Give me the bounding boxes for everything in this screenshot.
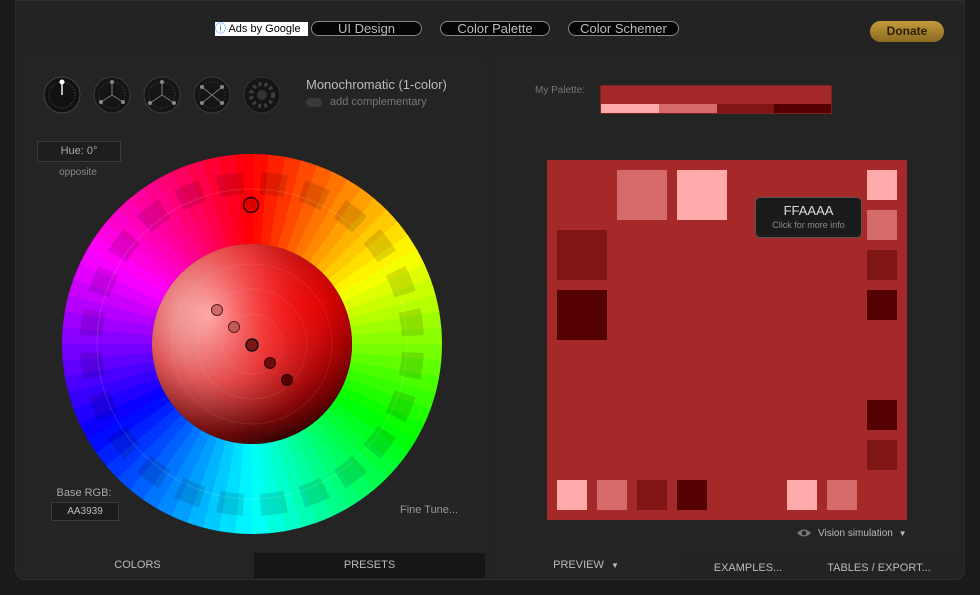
- preview-swatch[interactable]: [597, 480, 627, 510]
- my-palette-bar[interactable]: [600, 85, 832, 114]
- base-rgb-label: Base RGB:: [56, 487, 112, 499]
- monochromatic-dial-icon[interactable]: [43, 76, 81, 114]
- preview-swatch[interactable]: [827, 480, 857, 510]
- base-handle[interactable]: [245, 338, 259, 352]
- preview-swatch[interactable]: [867, 210, 897, 240]
- preview-swatch[interactable]: [867, 400, 897, 430]
- nav-color-palette-button[interactable]: Color Palette: [440, 21, 550, 36]
- palette-base-swatch[interactable]: [601, 86, 831, 104]
- preview-swatch[interactable]: [677, 170, 727, 220]
- shade-handle[interactable]: [281, 374, 293, 386]
- add-complementary-toggle[interactable]: add complementary: [306, 96, 427, 108]
- tab-preview-label: PREVIEW: [553, 559, 604, 571]
- palette-swatch[interactable]: [717, 104, 774, 113]
- triad-dial-icon[interactable]: [143, 76, 181, 114]
- analogic-dial-icon[interactable]: [243, 76, 281, 114]
- vision-simulation-dropdown[interactable]: Vision simulation ▼: [796, 528, 907, 539]
- shade-handle[interactable]: [211, 304, 223, 316]
- shade-handle[interactable]: [228, 321, 240, 333]
- palette-swatch[interactable]: [774, 104, 831, 113]
- tetrad-dial-icon[interactable]: [193, 76, 231, 114]
- vision-simulation-label: Vision simulation: [818, 528, 893, 539]
- preview-swatch[interactable]: [557, 290, 607, 340]
- fine-tune-link[interactable]: Fine Tune...: [400, 504, 458, 516]
- donate-button[interactable]: Donate: [870, 21, 944, 42]
- preview-swatch[interactable]: [637, 480, 667, 510]
- preview-swatch[interactable]: [617, 170, 667, 220]
- preview-swatch[interactable]: [867, 290, 897, 320]
- nav-ui-design-button[interactable]: UI Design: [311, 21, 422, 36]
- hue-handle[interactable]: [242, 196, 260, 214]
- tooltip-hex: FFAAAA: [783, 203, 834, 218]
- add-complementary-label: add complementary: [330, 96, 427, 108]
- preview-swatch[interactable]: [677, 480, 707, 510]
- chevron-down-icon: ▼: [610, 561, 619, 570]
- base-rgb-input[interactable]: AA3939: [51, 502, 119, 521]
- ads-label: Ads by Google: [228, 23, 301, 35]
- chevron-down-icon: ▼: [898, 529, 907, 538]
- tab-colors[interactable]: COLORS: [22, 553, 253, 578]
- tab-tables-export[interactable]: TABLES / EXPORT...: [818, 556, 940, 580]
- tooltip-hint: Click for more info: [772, 220, 845, 230]
- preview-swatch[interactable]: [557, 230, 607, 280]
- tab-preview[interactable]: PREVIEW ▼: [495, 553, 677, 578]
- tab-examples[interactable]: EXAMPLES...: [678, 556, 818, 580]
- shade-handle[interactable]: [264, 357, 276, 369]
- my-palette-label: My Palette:: [535, 85, 586, 96]
- info-icon: ⓘ: [215, 23, 226, 35]
- preview-swatch[interactable]: [867, 250, 897, 280]
- palette-swatch[interactable]: [659, 104, 717, 113]
- preview-swatch[interactable]: [867, 170, 897, 200]
- color-wheel[interactable]: [62, 154, 443, 534]
- preview-swatch[interactable]: [557, 480, 587, 510]
- preview-swatch[interactable]: [867, 440, 897, 470]
- preview-swatch[interactable]: [787, 480, 817, 510]
- nav-color-schemer-button[interactable]: Color Schemer: [568, 21, 679, 36]
- complementary-dial-icon[interactable]: [93, 76, 131, 114]
- toggle-switch[interactable]: [306, 97, 322, 107]
- ads-by-google-badge[interactable]: ⓘ Ads by Google: [215, 22, 308, 36]
- scheme-title: Monochromatic (1-color): [306, 77, 447, 92]
- eye-icon: [797, 529, 811, 537]
- color-tooltip[interactable]: FFAAAA Click for more info: [755, 197, 862, 238]
- tab-presets[interactable]: PRESETS: [254, 553, 485, 578]
- palette-swatch[interactable]: [601, 104, 659, 113]
